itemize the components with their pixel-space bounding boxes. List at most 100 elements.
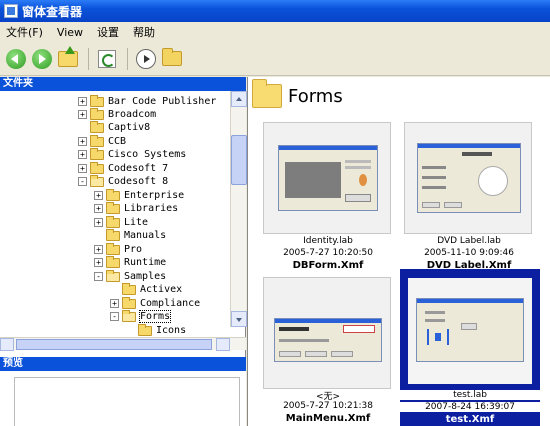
tree-item-label: Forms [138, 310, 172, 323]
tree-item-label: Broadcom [108, 109, 157, 120]
expand-icon[interactable]: + [78, 150, 87, 159]
left-panel: 文件夹 + Bar Code Publisher + Broadcom Capt… [0, 77, 247, 426]
scroll-left-button[interactable] [0, 338, 14, 351]
tree-item[interactable]: + Enterprise [94, 188, 185, 202]
expand-icon[interactable]: + [94, 204, 103, 213]
file-name: MainMenu.Xmf [285, 413, 371, 424]
collapse-icon[interactable]: - [110, 312, 119, 321]
folder-title: Forms [288, 85, 343, 107]
tree-item[interactable]: + Pro [94, 242, 142, 256]
folder-icon [90, 134, 104, 147]
folder-open-icon [90, 174, 104, 187]
tree-item[interactable]: + Runtime [94, 255, 167, 269]
back-button[interactable] [4, 47, 28, 71]
content-panel: Forms Identity.lab 2005-7-27 10:20:50 DB… [247, 77, 550, 426]
forward-button[interactable] [30, 47, 54, 71]
preview-box [14, 377, 240, 426]
open-folder-button[interactable] [160, 47, 184, 71]
expand-icon[interactable]: + [78, 110, 87, 119]
file-thumbnail-selected[interactable]: test.lab 2007-8-24 16:39:07 test.Xmf [400, 269, 540, 426]
tree-item[interactable]: + Lite [94, 215, 149, 229]
collapse-icon[interactable]: - [78, 177, 87, 186]
tree-item[interactable]: Icons [126, 323, 187, 337]
refresh-button[interactable] [95, 47, 119, 71]
file-label: test.lab [400, 390, 540, 400]
file-thumbnail[interactable]: <无> 2005-7-27 10:21:38 MainMenu.Xmf [263, 277, 393, 426]
menu-help[interactable]: 帮助 [133, 24, 155, 40]
expand-icon[interactable]: + [94, 191, 103, 200]
folder-icon [138, 323, 152, 336]
up-folder-button[interactable] [56, 45, 80, 71]
folder-icon [90, 161, 104, 174]
tree-item[interactable]: + CCB [78, 134, 127, 148]
toolbar-separator [127, 47, 128, 70]
folder-icon [106, 188, 120, 201]
tree-item[interactable]: + Bar Code Publisher [78, 94, 216, 108]
tree-item-label: CCB [108, 136, 127, 147]
folder-title-bar: Forms [248, 77, 550, 115]
preview-panel-header: 预览 [0, 357, 246, 371]
expand-icon [94, 231, 103, 240]
expand-icon[interactable]: + [78, 164, 87, 173]
folder-open-icon [106, 269, 120, 282]
tree-item-selected[interactable]: - Forms [110, 309, 172, 323]
file-name: test.Xmf [400, 414, 540, 425]
expand-icon [110, 285, 119, 294]
file-label: Identity.lab [303, 236, 353, 246]
tree-item-label: Samples [124, 271, 167, 282]
folders-panel-header: 文件夹 [0, 77, 246, 91]
folder-icon [90, 94, 104, 107]
menu-view[interactable]: View [57, 26, 83, 39]
scroll-right-button[interactable] [216, 338, 230, 351]
menu-file[interactable]: 文件(F) [6, 24, 43, 40]
tree-item-label: Lite [124, 217, 149, 228]
folder-icon [106, 242, 120, 255]
tree-item[interactable]: + Libraries [94, 201, 178, 215]
expand-icon[interactable]: + [94, 245, 103, 254]
tree-item[interactable]: + Cisco Systems [78, 147, 186, 161]
play-button[interactable] [134, 47, 158, 71]
expand-icon[interactable]: + [110, 299, 119, 308]
collapse-icon[interactable]: - [94, 272, 103, 281]
tree-item[interactable]: - Samples [94, 269, 167, 283]
scroll-down-button[interactable] [231, 311, 247, 327]
back-arrow-icon [6, 48, 26, 69]
app-icon [4, 4, 18, 18]
folder-icon [106, 215, 120, 228]
menu-settings[interactable]: 设置 [97, 24, 119, 40]
menu-bar: 文件(F) View 设置 帮助 [0, 22, 550, 42]
file-thumbnail[interactable]: DVD Label.lab 2005-11-10 9:09:46 DVD Lab… [404, 122, 534, 272]
expand-icon[interactable]: + [78, 137, 87, 146]
tree-item[interactable]: + Broadcom [78, 107, 157, 121]
tree-item[interactable]: Captiv8 [78, 120, 150, 134]
tree-item[interactable]: Activex [110, 282, 182, 296]
thumbnail-frame [263, 277, 391, 389]
tree-item[interactable]: + Codesoft 7 [78, 161, 168, 175]
tree-item-label: Runtime [124, 257, 167, 268]
tree-item-label: Compliance [140, 298, 201, 309]
folder-icon [90, 147, 104, 160]
scroll-up-button[interactable] [231, 91, 247, 107]
tree-item-label: Enterprise [124, 190, 185, 201]
title-bar: 窗体查看器 [0, 0, 550, 22]
file-date: 2007-8-24 16:39:07 [400, 402, 540, 412]
tree-item[interactable]: + Compliance [110, 296, 201, 310]
expand-icon[interactable]: + [94, 218, 103, 227]
tree-item[interactable]: - Codesoft 8 [78, 174, 168, 188]
tree-item-label: Icons [156, 325, 187, 336]
file-thumbnail[interactable]: Identity.lab 2005-7-27 10:20:50 DBForm.X… [263, 122, 393, 272]
folder-icon [106, 228, 120, 241]
expand-icon[interactable]: + [94, 258, 103, 267]
folder-open-icon [162, 48, 182, 66]
scroll-thumb[interactable] [231, 135, 247, 185]
file-date: 2005-11-10 9:09:46 [424, 248, 514, 258]
tree-item[interactable]: Manuals [94, 228, 166, 242]
expand-icon[interactable]: + [78, 97, 87, 106]
thumbnail-frame [404, 122, 532, 234]
tree-horizontal-scrollbar[interactable] [0, 337, 246, 351]
tree-vertical-scrollbar[interactable] [230, 91, 247, 327]
file-date: 2005-7-27 10:20:50 [283, 248, 373, 258]
scroll-thumb[interactable] [16, 339, 212, 350]
forward-arrow-icon [32, 48, 52, 69]
expand-icon [78, 123, 87, 132]
